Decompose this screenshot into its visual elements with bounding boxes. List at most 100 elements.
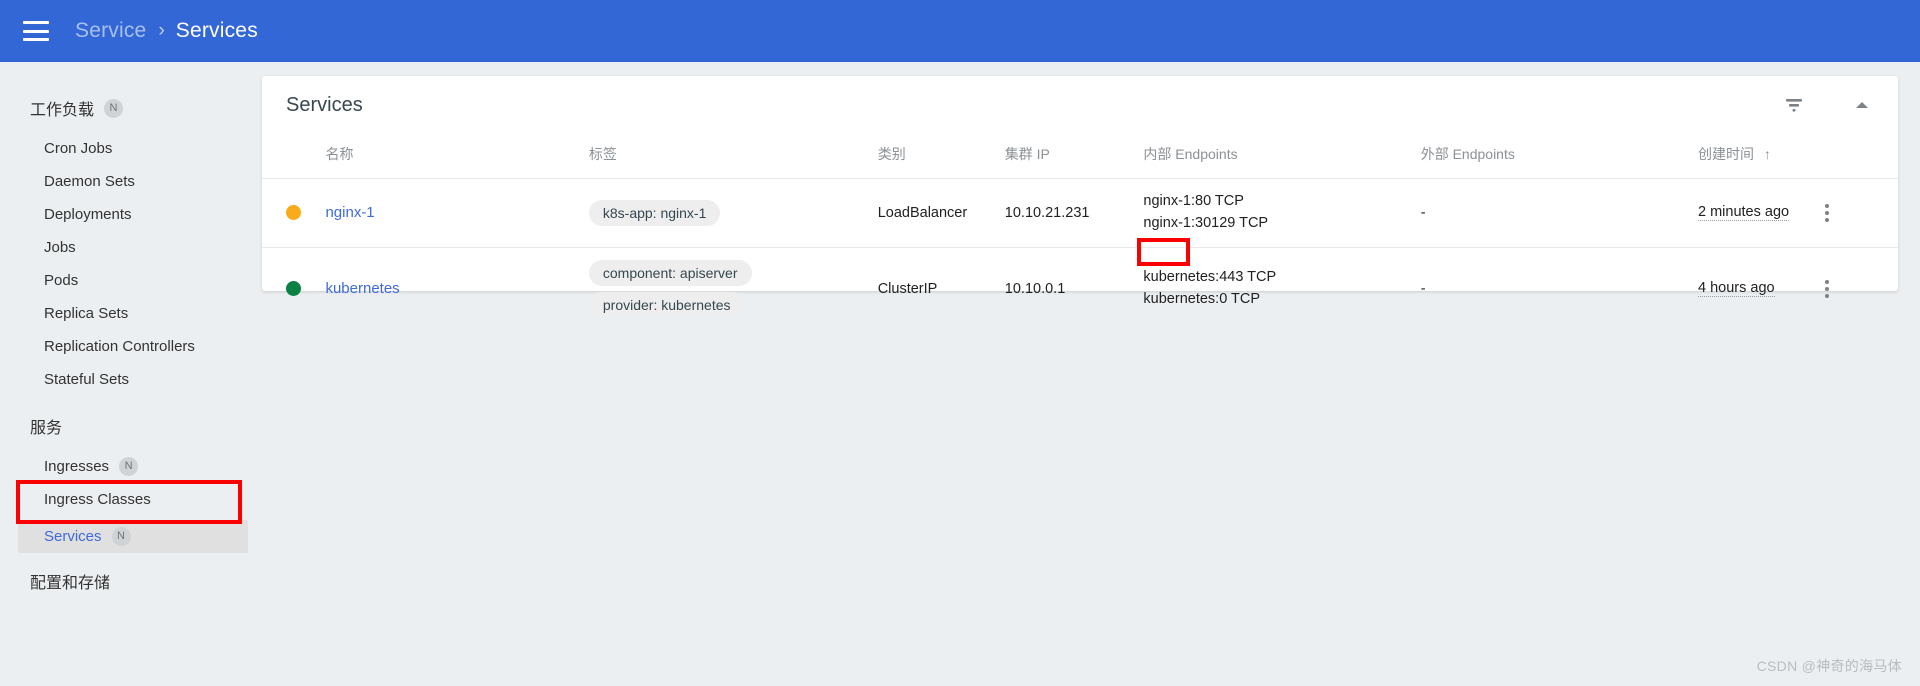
sidebar-item-label: Deployments bbox=[44, 206, 132, 223]
endpoint-line: nginx-1:30129 TCP bbox=[1143, 214, 1269, 231]
row-status-cell bbox=[262, 246, 318, 330]
sidebar-item-label: Daemon Sets bbox=[44, 173, 135, 190]
row-created-cell: 4 hours ago bbox=[1689, 246, 1818, 330]
table-header: 名称 标签 类别 集群 IP 内部 Endpoints 外部 Endpoints… bbox=[262, 134, 1898, 179]
service-link-kubernetes[interactable]: kubernetes bbox=[325, 280, 399, 297]
kebab-menu-icon[interactable] bbox=[1825, 203, 1890, 222]
kubernetes-dashboard: Service › Services 工作负载 N Cron Jobs Daem… bbox=[0, 0, 1920, 686]
namespace-badge: N bbox=[104, 98, 124, 118]
service-link-nginx-1[interactable]: nginx-1 bbox=[325, 204, 374, 221]
column-external-endpoints[interactable]: 外部 Endpoints bbox=[1413, 134, 1690, 179]
sidebar-item-label: Ingress Classes bbox=[44, 491, 151, 508]
hamburger-line bbox=[23, 38, 49, 41]
row-cluster-ip-cell: 10.10.0.1 bbox=[996, 246, 1136, 330]
sidebar-section-label: 服务 bbox=[30, 420, 63, 437]
row-actions-cell bbox=[1817, 178, 1898, 247]
card-actions bbox=[1782, 93, 1874, 117]
sidebar-item-label: Replica Sets bbox=[44, 305, 129, 322]
row-actions-cell bbox=[1817, 246, 1898, 330]
chevron-right-icon: › bbox=[158, 20, 165, 41]
row-labels-cell: component: apiserver provider: kubernete… bbox=[580, 246, 870, 330]
column-name[interactable]: 名称 bbox=[317, 134, 580, 179]
sort-ascending-icon: ↑ bbox=[1763, 146, 1771, 162]
row-internal-endpoints-cell: kubernetes:443 TCP kubernetes:0 TCP bbox=[1135, 246, 1413, 330]
column-status bbox=[262, 134, 317, 179]
chevron-up-icon[interactable] bbox=[1850, 93, 1874, 117]
sidebar-item-label: Stateful Sets bbox=[44, 371, 130, 388]
label-chip: k8s-app: nginx-1 bbox=[588, 199, 721, 226]
column-actions bbox=[1817, 134, 1898, 179]
kebab-dot bbox=[1825, 210, 1830, 215]
card-header: Services bbox=[262, 76, 1898, 134]
sidebar-item-label: Jobs bbox=[44, 239, 76, 256]
sidebar-item-cron-jobs[interactable]: Cron Jobs bbox=[0, 132, 262, 165]
services-table: 名称 标签 类别 集群 IP 内部 Endpoints 外部 Endpoints… bbox=[262, 134, 1898, 330]
sidebar-item-stateful-sets[interactable]: Stateful Sets bbox=[0, 363, 262, 396]
table-row[interactable]: kubernetes component: apiserver provider… bbox=[262, 246, 1898, 330]
endpoint-line: kubernetes:443 TCP bbox=[1143, 268, 1277, 285]
label-chip: component: apiserver bbox=[588, 259, 752, 286]
endpoint-line: nginx-1:80 TCP bbox=[1143, 193, 1244, 209]
column-type[interactable]: 类别 bbox=[870, 134, 997, 179]
hamburger-icon[interactable] bbox=[23, 21, 49, 41]
created-timestamp: 2 minutes ago bbox=[1697, 204, 1790, 222]
status-dot-pending bbox=[286, 205, 301, 221]
sidebar-item-pods[interactable]: Pods bbox=[0, 264, 262, 297]
kebab-dot bbox=[1825, 279, 1830, 284]
sidebar-item-services[interactable]: Services N bbox=[18, 520, 248, 553]
column-cluster-ip[interactable]: 集群 IP bbox=[997, 134, 1136, 179]
column-created-label: 创建时间 bbox=[1697, 146, 1754, 162]
breadcrumb: Service › Services bbox=[75, 19, 258, 43]
page-title: Services bbox=[286, 93, 363, 116]
kebab-dot bbox=[1825, 286, 1830, 291]
row-cluster-ip-cell: 10.10.21.231 bbox=[996, 178, 1136, 247]
hamburger-line bbox=[23, 29, 49, 33]
endpoint-line: kubernetes:0 TCP bbox=[1143, 290, 1261, 307]
status-dot-running bbox=[286, 281, 301, 296]
sidebar-item-jobs[interactable]: Jobs bbox=[0, 231, 262, 264]
label-chip: provider: kubernetes bbox=[588, 291, 745, 318]
sidebar-section-label: 工作负载 bbox=[30, 102, 95, 119]
row-external-endpoints-cell: - bbox=[1412, 246, 1690, 330]
sidebar-item-replication-controllers[interactable]: Replication Controllers bbox=[0, 330, 262, 363]
kebab-dot bbox=[1825, 217, 1830, 222]
sidebar-item-daemon-sets[interactable]: Daemon Sets bbox=[0, 165, 262, 198]
row-labels-cell: k8s-app: nginx-1 bbox=[580, 178, 870, 247]
row-name-cell: nginx-1 bbox=[317, 178, 581, 247]
breadcrumb-parent[interactable]: Service bbox=[75, 19, 146, 43]
sidebar-nav[interactable]: 工作负载 N Cron Jobs Daemon Sets Deployments… bbox=[0, 62, 262, 686]
kebab-dot bbox=[1825, 203, 1830, 208]
namespace-badge: N bbox=[119, 457, 139, 476]
sidebar-item-label: Pods bbox=[44, 272, 79, 289]
column-created[interactable]: 创建时间 ↑ bbox=[1690, 134, 1817, 179]
table-header-row: 名称 标签 类别 集群 IP 内部 Endpoints 外部 Endpoints… bbox=[262, 134, 1898, 179]
row-created-cell: 2 minutes ago bbox=[1689, 178, 1818, 247]
row-status-cell bbox=[262, 178, 318, 247]
row-type-cell: LoadBalancer bbox=[869, 178, 997, 247]
sidebar-item-label: Ingresses bbox=[44, 458, 110, 475]
column-labels[interactable]: 标签 bbox=[581, 134, 870, 179]
sidebar-item-replica-sets[interactable]: Replica Sets bbox=[0, 297, 262, 330]
sidebar-section-workloads: 工作负载 N bbox=[0, 84, 262, 132]
filter-icon[interactable] bbox=[1782, 93, 1806, 117]
table-body: nginx-1 k8s-app: nginx-1 LoadBalancer 10… bbox=[262, 178, 1898, 330]
sidebar-section-label: 配置和存储 bbox=[30, 575, 111, 592]
table-row[interactable]: nginx-1 k8s-app: nginx-1 LoadBalancer 10… bbox=[262, 178, 1898, 247]
sidebar-item-deployments[interactable]: Deployments bbox=[0, 198, 262, 231]
sidebar-item-ingress-classes[interactable]: Ingress Classes bbox=[0, 483, 262, 516]
breadcrumb-current: Services bbox=[175, 19, 258, 42]
row-name-cell: kubernetes bbox=[317, 246, 581, 330]
sidebar-section-config-storage: 配置和存储 bbox=[0, 553, 262, 605]
top-app-bar: Service › Services bbox=[0, 0, 1920, 62]
kebab-dot bbox=[1825, 293, 1830, 298]
row-internal-endpoints-cell: nginx-1:80 TCP nginx-1:30129 TCP bbox=[1135, 178, 1413, 247]
sidebar-item-label: Replication Controllers bbox=[44, 338, 195, 355]
created-timestamp: 4 hours ago bbox=[1697, 279, 1775, 297]
hamburger-line bbox=[23, 21, 49, 24]
watermark: CSDN @神奇的海马体 bbox=[1756, 658, 1902, 674]
sidebar-section-service: 服务 bbox=[0, 396, 262, 450]
sidebar-item-ingresses[interactable]: Ingresses N bbox=[0, 450, 262, 483]
kebab-menu-icon[interactable] bbox=[1825, 279, 1890, 298]
services-card: Services 名称 标签 类别 集群 IP 内部 Endpoints 外部 … bbox=[262, 76, 1898, 330]
column-internal-endpoints[interactable]: 内部 Endpoints bbox=[1135, 134, 1412, 179]
